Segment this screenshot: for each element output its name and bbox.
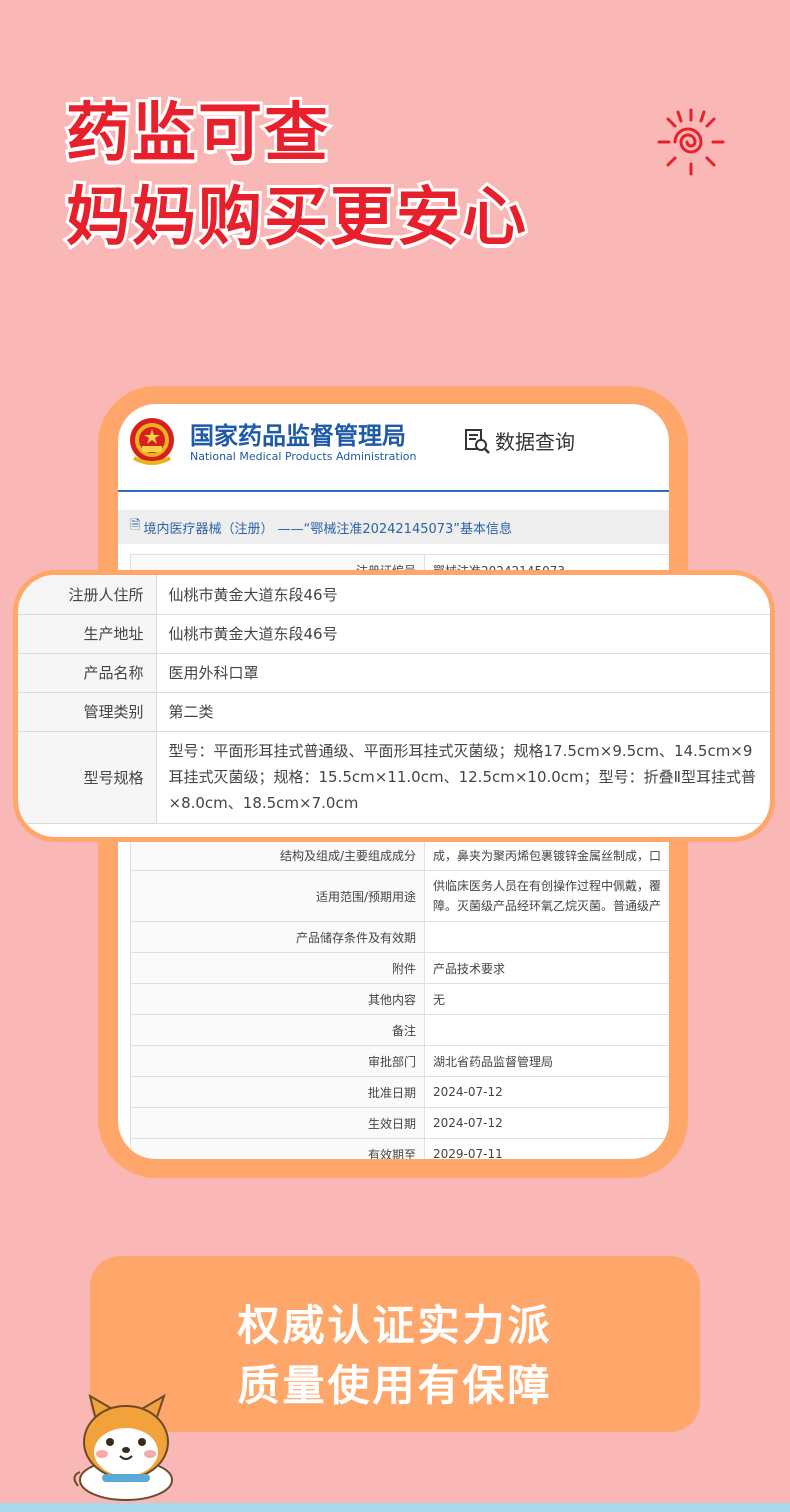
row-key: 产品储存条件及有效期 xyxy=(130,921,425,953)
data-query-link[interactable]: 数据查询 xyxy=(463,426,575,455)
row-key: 生效日期 xyxy=(130,1107,425,1139)
row-key: 有效期至 xyxy=(130,1138,425,1159)
row-key: 型号规格 xyxy=(18,731,157,824)
table-row: 生效日期 2024-07-12 xyxy=(130,1107,669,1139)
nmpa-header: 国家药品监督管理局 National Medical Products Admi… xyxy=(118,404,669,490)
row-value-line: 障。灭菌级产品经环氧乙烷灭菌。普通级产 xyxy=(433,899,662,913)
sun-doodle-icon xyxy=(657,108,725,176)
nmpa-name-cn: 国家药品监督管理局 xyxy=(190,422,406,450)
row-value: 仙桃市黄金大道东段46号 xyxy=(156,614,770,654)
row-value: 医用外科口罩 xyxy=(156,653,770,693)
table-row: 附件 产品技术要求 xyxy=(130,952,669,984)
header-divider xyxy=(118,490,669,492)
row-value: 第二类 xyxy=(156,692,770,732)
row-value: 无 xyxy=(424,983,669,1015)
row-value-line: 耳挂式灭菌级；规格：15.5cm×11.0cm、12.5cm×10.0cm；型号… xyxy=(168,768,757,786)
table-row: 注册人住所 仙桃市黄金大道东段46号 xyxy=(18,575,770,615)
row-value-line: 型号：平面形耳挂式普通级、平面形耳挂式灭菌级；规格17.5cm×9.5cm、14… xyxy=(168,742,753,760)
row-value: 型号：平面形耳挂式普通级、平面形耳挂式灭菌级；规格17.5cm×9.5cm、14… xyxy=(156,731,770,824)
row-key: 备注 xyxy=(130,1014,425,1046)
table-row: 审批部门 湖北省药品监督管理局 xyxy=(130,1045,669,1077)
table-row: 型号规格 型号：平面形耳挂式普通级、平面形耳挂式灭菌级；规格17.5cm×9.5… xyxy=(18,731,770,824)
row-value xyxy=(424,921,669,953)
table-row: 管理类别 第二类 xyxy=(18,692,770,732)
headline-line-1: 药监可查 xyxy=(63,94,331,174)
row-value xyxy=(424,1014,669,1046)
table-row: 批准日期 2024-07-12 xyxy=(130,1076,669,1108)
breadcrumb: 🗎 境内医疗器械（注册） ——“鄂械注准20242145073”基本信息 xyxy=(118,510,669,544)
bottom-strip xyxy=(0,1503,790,1512)
nmpa-name-en: National Medical Products Administration xyxy=(190,450,417,463)
data-query-label: 数据查询 xyxy=(495,430,575,454)
row-value: 供临床医务人员在有创操作过程中佩戴，覆 障。灭菌级产品经环氧乙烷灭菌。普通级产 xyxy=(424,870,669,922)
headline: 药监可查 妈妈购买更安心 xyxy=(63,92,529,260)
table-row: 产品名称 医用外科口罩 xyxy=(18,653,770,693)
row-value: 产品技术要求 xyxy=(424,952,669,984)
row-key: 产品名称 xyxy=(18,653,157,693)
breadcrumb-text: 境内医疗器械（注册） ——“鄂械注准20242145073”基本信息 xyxy=(143,521,513,537)
table-row: 有效期至 2029-07-11 xyxy=(130,1138,669,1159)
row-key: 管理类别 xyxy=(18,692,157,732)
row-key: 审批部门 xyxy=(130,1045,425,1077)
row-value-line: 供临床医务人员在有创操作过程中佩戴，覆 xyxy=(433,879,662,893)
row-key: 注册人住所 xyxy=(18,575,157,615)
table-row: 产品储存条件及有效期 xyxy=(130,921,669,953)
document-search-icon xyxy=(465,428,490,454)
headline-line-2: 妈妈购买更安心 xyxy=(63,178,529,258)
info-table-bottom: 结构及组成/主要组成成分 成，鼻夹为聚丙烯包裹镀锌金属丝制成，口 适用范围/预期… xyxy=(130,839,669,1159)
document-icon: 🗎 xyxy=(130,518,141,533)
zoomed-info-table: 注册人住所 仙桃市黄金大道东段46号 生产地址 仙桃市黄金大道东段46号 产品名… xyxy=(18,575,770,824)
row-value: 2024-07-12 xyxy=(424,1076,669,1108)
row-key: 结构及组成/主要组成成分 xyxy=(130,839,425,871)
table-row: 结构及组成/主要组成成分 成，鼻夹为聚丙烯包裹镀锌金属丝制成，口 xyxy=(130,839,669,871)
row-key: 生产地址 xyxy=(18,614,157,654)
row-key: 附件 xyxy=(130,952,425,984)
row-value: 2024-07-12 xyxy=(424,1107,669,1139)
banner-line-1: 权威认证实力派 xyxy=(237,1301,553,1350)
row-key: 其他内容 xyxy=(130,983,425,1015)
table-row: 其他内容 无 xyxy=(130,983,669,1015)
table-row: 适用范围/预期用途 供临床医务人员在有创操作过程中佩戴，覆 障。灭菌级产品经环氧… xyxy=(130,870,669,922)
row-value-line: ×8.0cm、18.5cm×7.0cm xyxy=(168,794,359,812)
row-key: 批准日期 xyxy=(130,1076,425,1108)
row-value: 仙桃市黄金大道东段46号 xyxy=(156,575,770,615)
row-value: 湖北省药品监督管理局 xyxy=(424,1045,669,1077)
national-emblem-icon xyxy=(130,418,174,465)
zoomed-detail-callout: 注册人住所 仙桃市黄金大道东段46号 生产地址 仙桃市黄金大道东段46号 产品名… xyxy=(13,570,775,842)
row-value: 2029-07-11 xyxy=(424,1138,669,1159)
table-row: 生产地址 仙桃市黄金大道东段46号 xyxy=(18,614,770,654)
row-value: 成，鼻夹为聚丙烯包裹镀锌金属丝制成，口 xyxy=(424,839,669,871)
shiba-dog-mascot xyxy=(73,1393,173,1501)
table-row: 备注 xyxy=(130,1014,669,1046)
row-key: 适用范围/预期用途 xyxy=(130,870,425,922)
